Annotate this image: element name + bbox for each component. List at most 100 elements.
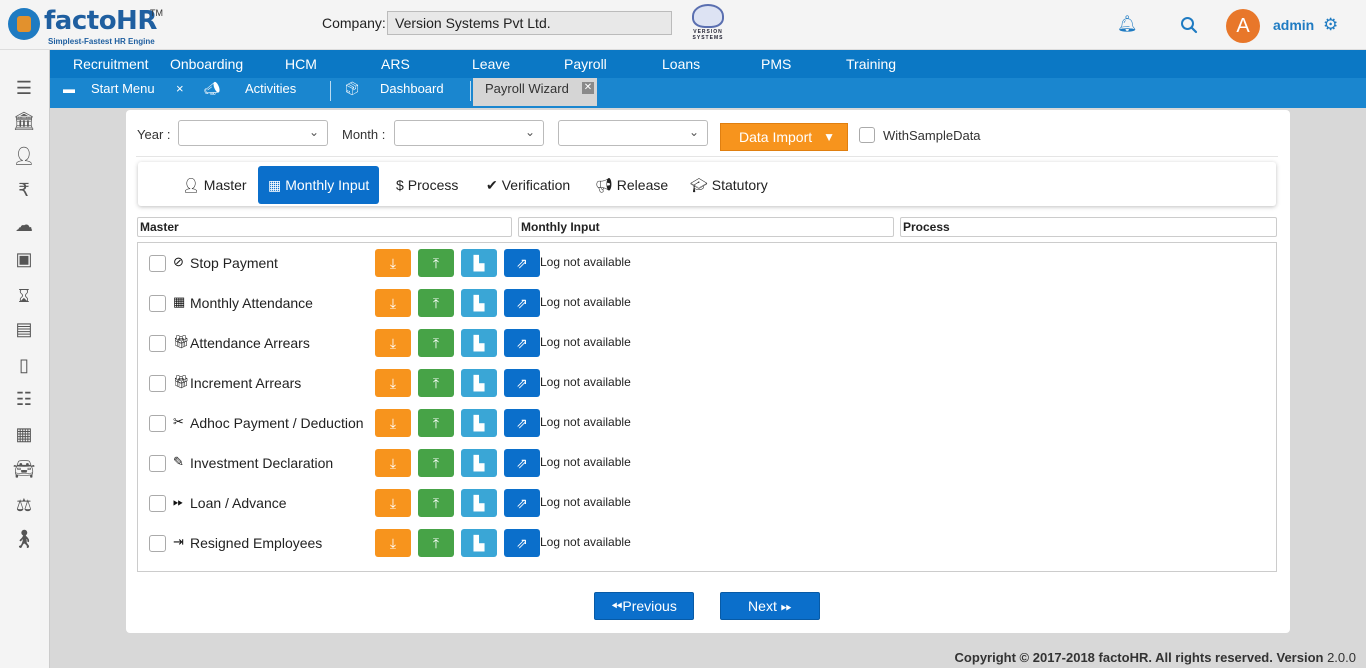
download-button[interactable]: ⤓ xyxy=(375,449,411,477)
nav-pms[interactable]: PMS xyxy=(761,56,791,72)
file-button[interactable]: ▙ xyxy=(461,369,497,397)
upload-button[interactable]: ⤒ xyxy=(418,289,454,317)
avatar[interactable]: A xyxy=(1226,9,1260,43)
walking-person-icon[interactable]: 🚶︎ xyxy=(0,525,48,553)
nav-leave[interactable]: Leave xyxy=(472,56,510,72)
search-icon[interactable] xyxy=(1180,16,1198,34)
download-button[interactable]: ⤓ xyxy=(375,489,411,517)
row-checkbox[interactable] xyxy=(149,255,166,272)
tab-start-menu[interactable]: Start Menu xyxy=(91,78,155,106)
step-verification[interactable]: ✔ Verification xyxy=(486,166,570,204)
hourglass-icon[interactable]: ⌛︎ xyxy=(0,282,48,310)
data-import-button[interactable]: Data Import ▼ xyxy=(720,123,848,151)
download-button[interactable]: ⤓ xyxy=(375,289,411,317)
nav-onboarding[interactable]: Onboarding xyxy=(170,56,243,72)
balance-scale-icon[interactable]: ⚖ xyxy=(0,491,48,519)
row-checkbox[interactable] xyxy=(149,335,166,352)
tab-payroll-wizard[interactable]: Payroll Wizard xyxy=(473,78,597,106)
open-external-button[interactable]: ⇗ xyxy=(504,409,540,437)
file-button[interactable]: ▙ xyxy=(461,289,497,317)
caret-down-icon: ▼ xyxy=(823,130,835,144)
step-statutory[interactable]: 🎓︎ Statutory xyxy=(690,166,768,204)
download-button[interactable]: ⤓ xyxy=(375,329,411,357)
table-icon[interactable]: ▦ xyxy=(0,420,48,448)
upload-button[interactable]: ⤒ xyxy=(418,329,454,357)
upload-button[interactable]: ⤒ xyxy=(418,249,454,277)
month-select[interactable]: ⌄ xyxy=(394,120,544,146)
row-label: Increment Arrears xyxy=(190,375,302,391)
settings-gears-icon[interactable]: ⚙ xyxy=(1323,15,1338,35)
gift-icon: 🎁︎ xyxy=(173,374,190,389)
upload-button[interactable]: ⤒ xyxy=(418,529,454,557)
nav-recruitment[interactable]: Recruitment xyxy=(73,56,148,72)
newspaper-icon[interactable]: ▤ xyxy=(0,315,48,343)
open-external-button[interactable]: ⇗ xyxy=(504,329,540,357)
bell-icon[interactable]: 🔔︎ xyxy=(1117,16,1137,34)
file-button[interactable]: ▙ xyxy=(461,329,497,357)
document-icon[interactable]: ▯ xyxy=(0,351,48,379)
hamburger-menu-icon[interactable]: ☰ xyxy=(0,74,48,102)
step-monthly-input-label: Monthly Input xyxy=(285,177,370,193)
row-checkbox[interactable] xyxy=(149,535,166,552)
step-monthly-input[interactable]: ▦ Monthly Input xyxy=(258,166,380,204)
nav-payroll[interactable]: Payroll xyxy=(564,56,607,72)
step-process[interactable]: $ Process xyxy=(396,166,458,204)
cloud-upload-icon[interactable]: ☁ xyxy=(0,211,48,239)
data-import-label: Data Import xyxy=(739,129,813,145)
row-checkbox[interactable] xyxy=(149,375,166,392)
download-button[interactable]: ⤓ xyxy=(375,409,411,437)
file-button[interactable]: ▙ xyxy=(461,529,497,557)
list-icon[interactable]: ☷ xyxy=(0,385,48,413)
nav-training[interactable]: Training xyxy=(846,56,896,72)
bank-icon[interactable]: 🏛︎ xyxy=(0,107,48,135)
file-button[interactable]: ▙ xyxy=(461,449,497,477)
chevron-down-icon: ⌄ xyxy=(524,125,535,139)
upload-button[interactable]: ⤒ xyxy=(418,369,454,397)
row-checkbox[interactable] xyxy=(149,455,166,472)
money-icon[interactable]: ▣ xyxy=(0,245,48,273)
row-checkbox[interactable] xyxy=(149,415,166,432)
left-sidebar: ☰ 🏛︎ 👤︎ ₹ ☁ ▣ ⌛︎ ▤ ▯ ☷ ▦ 🚘︎ ⚖ 🚶︎ xyxy=(0,50,50,668)
download-button[interactable]: ⤓ xyxy=(375,369,411,397)
nav-ars[interactable]: ARS xyxy=(381,56,410,72)
open-external-button[interactable]: ⇗ xyxy=(504,529,540,557)
file-button[interactable]: ▙ xyxy=(461,249,497,277)
tab-activities[interactable]: Activities xyxy=(245,78,296,106)
open-external-button[interactable]: ⇗ xyxy=(504,249,540,277)
upload-button[interactable]: ⤒ xyxy=(418,449,454,477)
list-item: ⊘ Stop Payment ⤓ ⤒ ▙ ⇗ Log not available xyxy=(138,243,1276,283)
step-verification-label: Verification xyxy=(501,177,571,193)
download-button[interactable]: ⤓ xyxy=(375,249,411,277)
tab-dashboard[interactable]: Dashboard xyxy=(380,78,444,106)
tab-payroll-wizard-close[interactable]: ✕ xyxy=(582,82,594,94)
period-select[interactable]: ⌄ xyxy=(558,120,708,146)
open-external-button[interactable]: ⇗ xyxy=(504,369,540,397)
download-button[interactable]: ⤓ xyxy=(375,529,411,557)
previous-button[interactable]: ⏪︎Previous xyxy=(594,592,694,620)
rupee-icon[interactable]: ₹ xyxy=(0,176,48,204)
open-external-button[interactable]: ⇗ xyxy=(504,289,540,317)
globe-icon xyxy=(692,4,724,28)
user-name[interactable]: admin xyxy=(1273,17,1314,33)
company-field[interactable]: Version Systems Pvt Ltd. xyxy=(387,11,672,35)
file-button[interactable]: ▙ xyxy=(461,409,497,437)
with-sample-data-checkbox[interactable] xyxy=(859,127,875,143)
next-button[interactable]: Next ⏩︎ xyxy=(720,592,820,620)
step-release[interactable]: 📢︎ Release xyxy=(595,166,668,204)
year-label: Year : xyxy=(137,127,171,142)
file-button[interactable]: ▙ xyxy=(461,489,497,517)
factohr-logo[interactable]: factoHR TM Simplest-Fastest HR Engine xyxy=(8,6,168,46)
tab-start-menu-close[interactable]: × xyxy=(176,81,184,96)
upload-button[interactable]: ⤒ xyxy=(418,489,454,517)
car-icon[interactable]: 🚘︎ xyxy=(0,455,48,483)
nav-loans[interactable]: Loans xyxy=(662,56,700,72)
step-master[interactable]: 👤︎ Master xyxy=(182,166,247,204)
nav-hcm[interactable]: HCM xyxy=(285,56,317,72)
open-external-button[interactable]: ⇗ xyxy=(504,449,540,477)
upload-button[interactable]: ⤒ xyxy=(418,409,454,437)
row-checkbox[interactable] xyxy=(149,295,166,312)
open-external-button[interactable]: ⇗ xyxy=(504,489,540,517)
row-checkbox[interactable] xyxy=(149,495,166,512)
year-select[interactable]: ⌄ xyxy=(178,120,328,146)
add-user-icon[interactable]: 👤︎ xyxy=(0,142,48,170)
